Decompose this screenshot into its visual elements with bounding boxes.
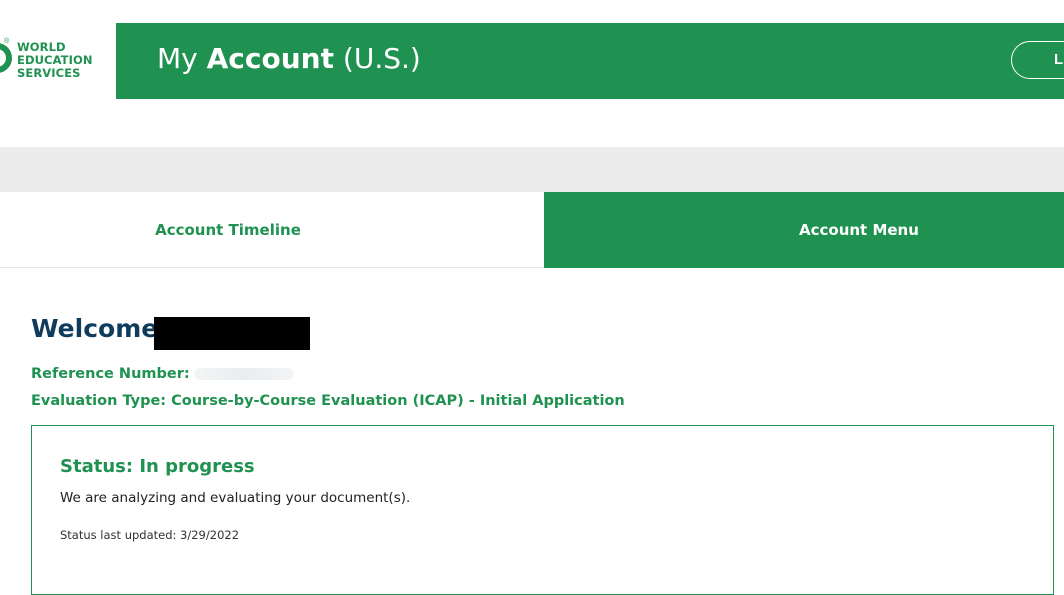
subheader-band <box>0 147 1064 192</box>
status-title: Status: In progress <box>60 456 255 477</box>
header-bar: My Account (U.S.) L <box>116 23 1064 99</box>
status-last-updated: Status last updated: 3/29/2022 <box>60 528 240 542</box>
logo-line-3: SERVICES <box>17 66 81 80</box>
title-suffix: (U.S.) <box>342 42 421 75</box>
wes-logo[interactable]: ® WORLD EDUCATION SERVICES <box>0 38 112 84</box>
title-bold: Account <box>206 42 334 75</box>
welcome-heading: Welcome <box>31 314 159 343</box>
redacted-name <box>154 317 310 350</box>
tab-account-menu[interactable]: Account Menu <box>544 192 1064 268</box>
header-pill-button[interactable]: L <box>1011 41 1064 79</box>
logo-wordmark: WORLD EDUCATION SERVICES <box>17 41 93 80</box>
status-description: We are analyzing and evaluating your doc… <box>60 490 411 506</box>
status-card: Status: In progress We are analyzing and… <box>31 425 1054 595</box>
evaluation-type: Evaluation Type: Course-by-Course Evalua… <box>31 393 625 409</box>
registered-mark: ® <box>4 38 10 45</box>
reference-number-label: Reference Number: <box>31 366 190 382</box>
reference-number-obscured <box>193 368 294 380</box>
tab-account-timeline[interactable]: Account Timeline <box>0 192 544 268</box>
title-prefix: My <box>157 42 198 75</box>
logo-globe-icon <box>0 43 12 73</box>
reference-number-row: Reference Number: <box>31 366 294 382</box>
page-title: My Account (U.S.) <box>157 42 421 75</box>
